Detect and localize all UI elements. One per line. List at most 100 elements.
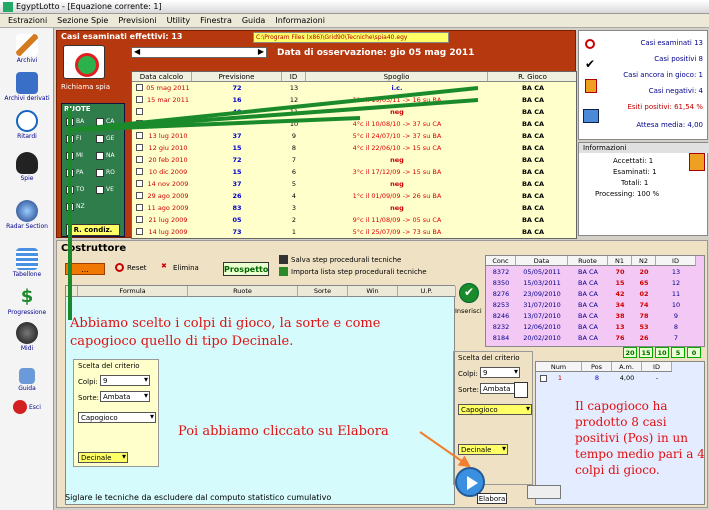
col-header[interactable]: Num	[536, 362, 582, 372]
row-checkbox[interactable]	[136, 144, 143, 151]
importa-step-button[interactable]: Importa lista step procedurali tecniche	[291, 268, 427, 276]
salva-step-button[interactable]: Salva step procedurali tecniche	[291, 256, 401, 264]
table-row[interactable]: 8253 31/07/2010 BA CA 34 74 10	[486, 300, 706, 310]
row-checkbox[interactable]	[136, 132, 143, 139]
delete-icon[interactable]: ✖	[161, 262, 167, 270]
decinale-select[interactable]: Decinale	[458, 444, 508, 455]
menu-sezione-spie[interactable]: Sezione Spie	[57, 14, 108, 27]
table-row[interactable]: 13 lug 2010 37 9 5°c il 24/07/10 -> 37 su B…	[132, 131, 576, 141]
col-header[interactable]: Spoglio	[306, 72, 488, 82]
count-box[interactable]: 0	[687, 347, 701, 358]
col-header[interactable]: N2	[632, 256, 656, 266]
slider-left-arrow[interactable]: ◀	[134, 47, 140, 56]
spia-icon[interactable]	[63, 45, 105, 79]
table-row[interactable]: 15 mar 2011 16 12 1°c il 19/03/11 -> 16 su …	[132, 95, 576, 105]
col-header[interactable]: ID	[656, 256, 696, 266]
row-checkbox[interactable]	[136, 96, 143, 103]
table-row[interactable]: 05 mag 2011 72 13 i.c. BA CA	[132, 83, 576, 93]
col-header[interactable]: Data calcolo	[132, 72, 192, 82]
ruota-checkbox[interactable]	[66, 135, 74, 143]
table-row[interactable]: 8350 15/03/2011 BA CA 15 65 12	[486, 278, 706, 288]
table-row[interactable]: 14 lug 2009 73 1 5°c il 25/07/09 -> 73 su B…	[132, 227, 576, 237]
sidebar-item-progressione[interactable]: $ Progressione	[0, 286, 54, 316]
colpi-select[interactable]: 9	[100, 375, 150, 386]
count-box[interactable]: 5	[671, 347, 685, 358]
reset-button[interactable]: Reset	[127, 264, 147, 272]
menu-guida[interactable]: Guida	[242, 14, 265, 27]
ruota-checkbox[interactable]	[66, 186, 74, 194]
table-row[interactable]: 10 dic 2009 15 6 3°c il 17/12/09 -> 15 su B…	[132, 167, 576, 177]
col-header[interactable]: Formula	[78, 286, 188, 297]
row-checkbox[interactable]	[136, 204, 143, 211]
col-header[interactable]: R. Gioco	[488, 72, 576, 82]
sidebar-item-radar[interactable]: Radar Section	[0, 200, 54, 230]
ruota-checkbox[interactable]	[96, 186, 104, 194]
col-header[interactable]: Ruote	[568, 256, 608, 266]
richiama-spia-label[interactable]: Richiama spia	[61, 83, 110, 91]
menu-utility[interactable]: Utility	[167, 14, 191, 27]
sidebar-item-archivi[interactable]: Archivi	[0, 34, 54, 64]
table-row[interactable]: 8184 20/02/2010 BA CA 76 26 7	[486, 333, 706, 343]
col-header[interactable]: Win	[348, 286, 398, 297]
sorte-select[interactable]: Ambata	[100, 391, 150, 402]
col-header[interactable]: Conc	[486, 256, 516, 266]
col-header[interactable]: ID	[282, 72, 306, 82]
row-checkbox[interactable]	[136, 216, 143, 223]
col-header[interactable]: Previsione	[192, 72, 282, 82]
sidebar-item-esci[interactable]: Esci	[0, 400, 54, 415]
elimina-button[interactable]: Elimina	[173, 264, 199, 272]
row-checkbox[interactable]	[540, 375, 547, 382]
sidebar-item-spie[interactable]: Spie	[0, 152, 54, 182]
row-checkbox[interactable]	[136, 180, 143, 187]
ruota-checkbox[interactable]	[66, 152, 74, 160]
ruota-checkbox[interactable]	[96, 169, 104, 177]
ruota-checkbox[interactable]	[66, 118, 74, 126]
table-row[interactable]: 8372 05/05/2011 BA CA 70 20 13	[486, 267, 706, 277]
sidebar-item-tabellone[interactable]: Tabellone	[0, 248, 54, 278]
inserisci-button[interactable]: ✔ Inserisci	[455, 283, 483, 323]
capogioco-select[interactable]: Capogioco	[78, 412, 156, 423]
sidebar-item-ritardi[interactable]: Ritardi	[0, 110, 54, 140]
table-row[interactable]: 20 feb 2010 72 7 neg BA CA	[132, 155, 576, 165]
reset-icon[interactable]	[115, 263, 124, 272]
table-row[interactable]: 11 ago 2009 83 3 neg BA CA	[132, 203, 576, 213]
row-checkbox[interactable]	[136, 228, 143, 235]
date-slider[interactable]: ◀ ▶	[131, 47, 267, 58]
sidebar-item-guida[interactable]: Guida	[0, 368, 54, 392]
table-row[interactable]: 31 lug 2010 10 4°c il 10/08/10 -> 37 su CA…	[132, 119, 576, 129]
col-header[interactable]: Data	[516, 256, 568, 266]
table-row[interactable]: 14 nov 2009 37 5 neg BA CA	[132, 179, 576, 189]
table-row[interactable]: 8232 12/06/2010 BA CA 13 53 8	[486, 322, 706, 332]
film-icon[interactable]	[514, 382, 528, 398]
capogioco-select[interactable]: Capogioco	[458, 404, 532, 415]
ruota-checkbox[interactable]	[66, 169, 74, 177]
menu-estrazioni[interactable]: Estrazioni	[8, 14, 47, 27]
row-checkbox[interactable]	[136, 156, 143, 163]
col-header[interactable]: A.m.	[612, 362, 642, 372]
slider-right-arrow[interactable]: ▶	[258, 47, 264, 56]
table-row[interactable]: 12 giu 2010 15 8 4°c il 22/06/10 -> 15 su C…	[132, 143, 576, 153]
ruota-checkbox[interactable]	[96, 118, 104, 126]
table-row[interactable]: 21 lug 2009 05 2 9°c il 11/08/09 -> 05 su C…	[132, 215, 576, 225]
row-checkbox[interactable]	[136, 120, 143, 127]
count-box[interactable]: 15	[639, 347, 653, 358]
row-checkbox[interactable]	[136, 168, 143, 175]
col-header[interactable]: Ruote	[188, 286, 298, 297]
prospetto-button[interactable]: Prospetto	[223, 262, 269, 276]
menu-previsioni[interactable]: Previsioni	[118, 14, 156, 27]
ruota-checkbox[interactable]	[96, 135, 104, 143]
colpi-select[interactable]: 9	[480, 367, 520, 378]
r-condiz-button[interactable]: R. condiz.	[66, 224, 120, 236]
sidebar-item-archivi-derivati[interactable]: Archivi derivati	[0, 72, 54, 102]
menu-finestra[interactable]: Finestra	[200, 14, 232, 27]
count-box[interactable]: 10	[655, 347, 669, 358]
count-box[interactable]: 20	[623, 347, 637, 358]
row-checkbox[interactable]	[136, 108, 143, 115]
table-row[interactable]: 29 ago 2009 26 4 1°c il 01/09/09 -> 26 su B…	[132, 191, 576, 201]
col-header[interactable]: Sorte	[298, 286, 348, 297]
col-header[interactable]: ID	[642, 362, 672, 372]
decinale-select[interactable]: Decinale	[78, 452, 128, 463]
toggle-button[interactable]	[527, 485, 561, 499]
col-header[interactable]: U.P.	[398, 286, 456, 297]
col-header[interactable]: N1	[608, 256, 632, 266]
